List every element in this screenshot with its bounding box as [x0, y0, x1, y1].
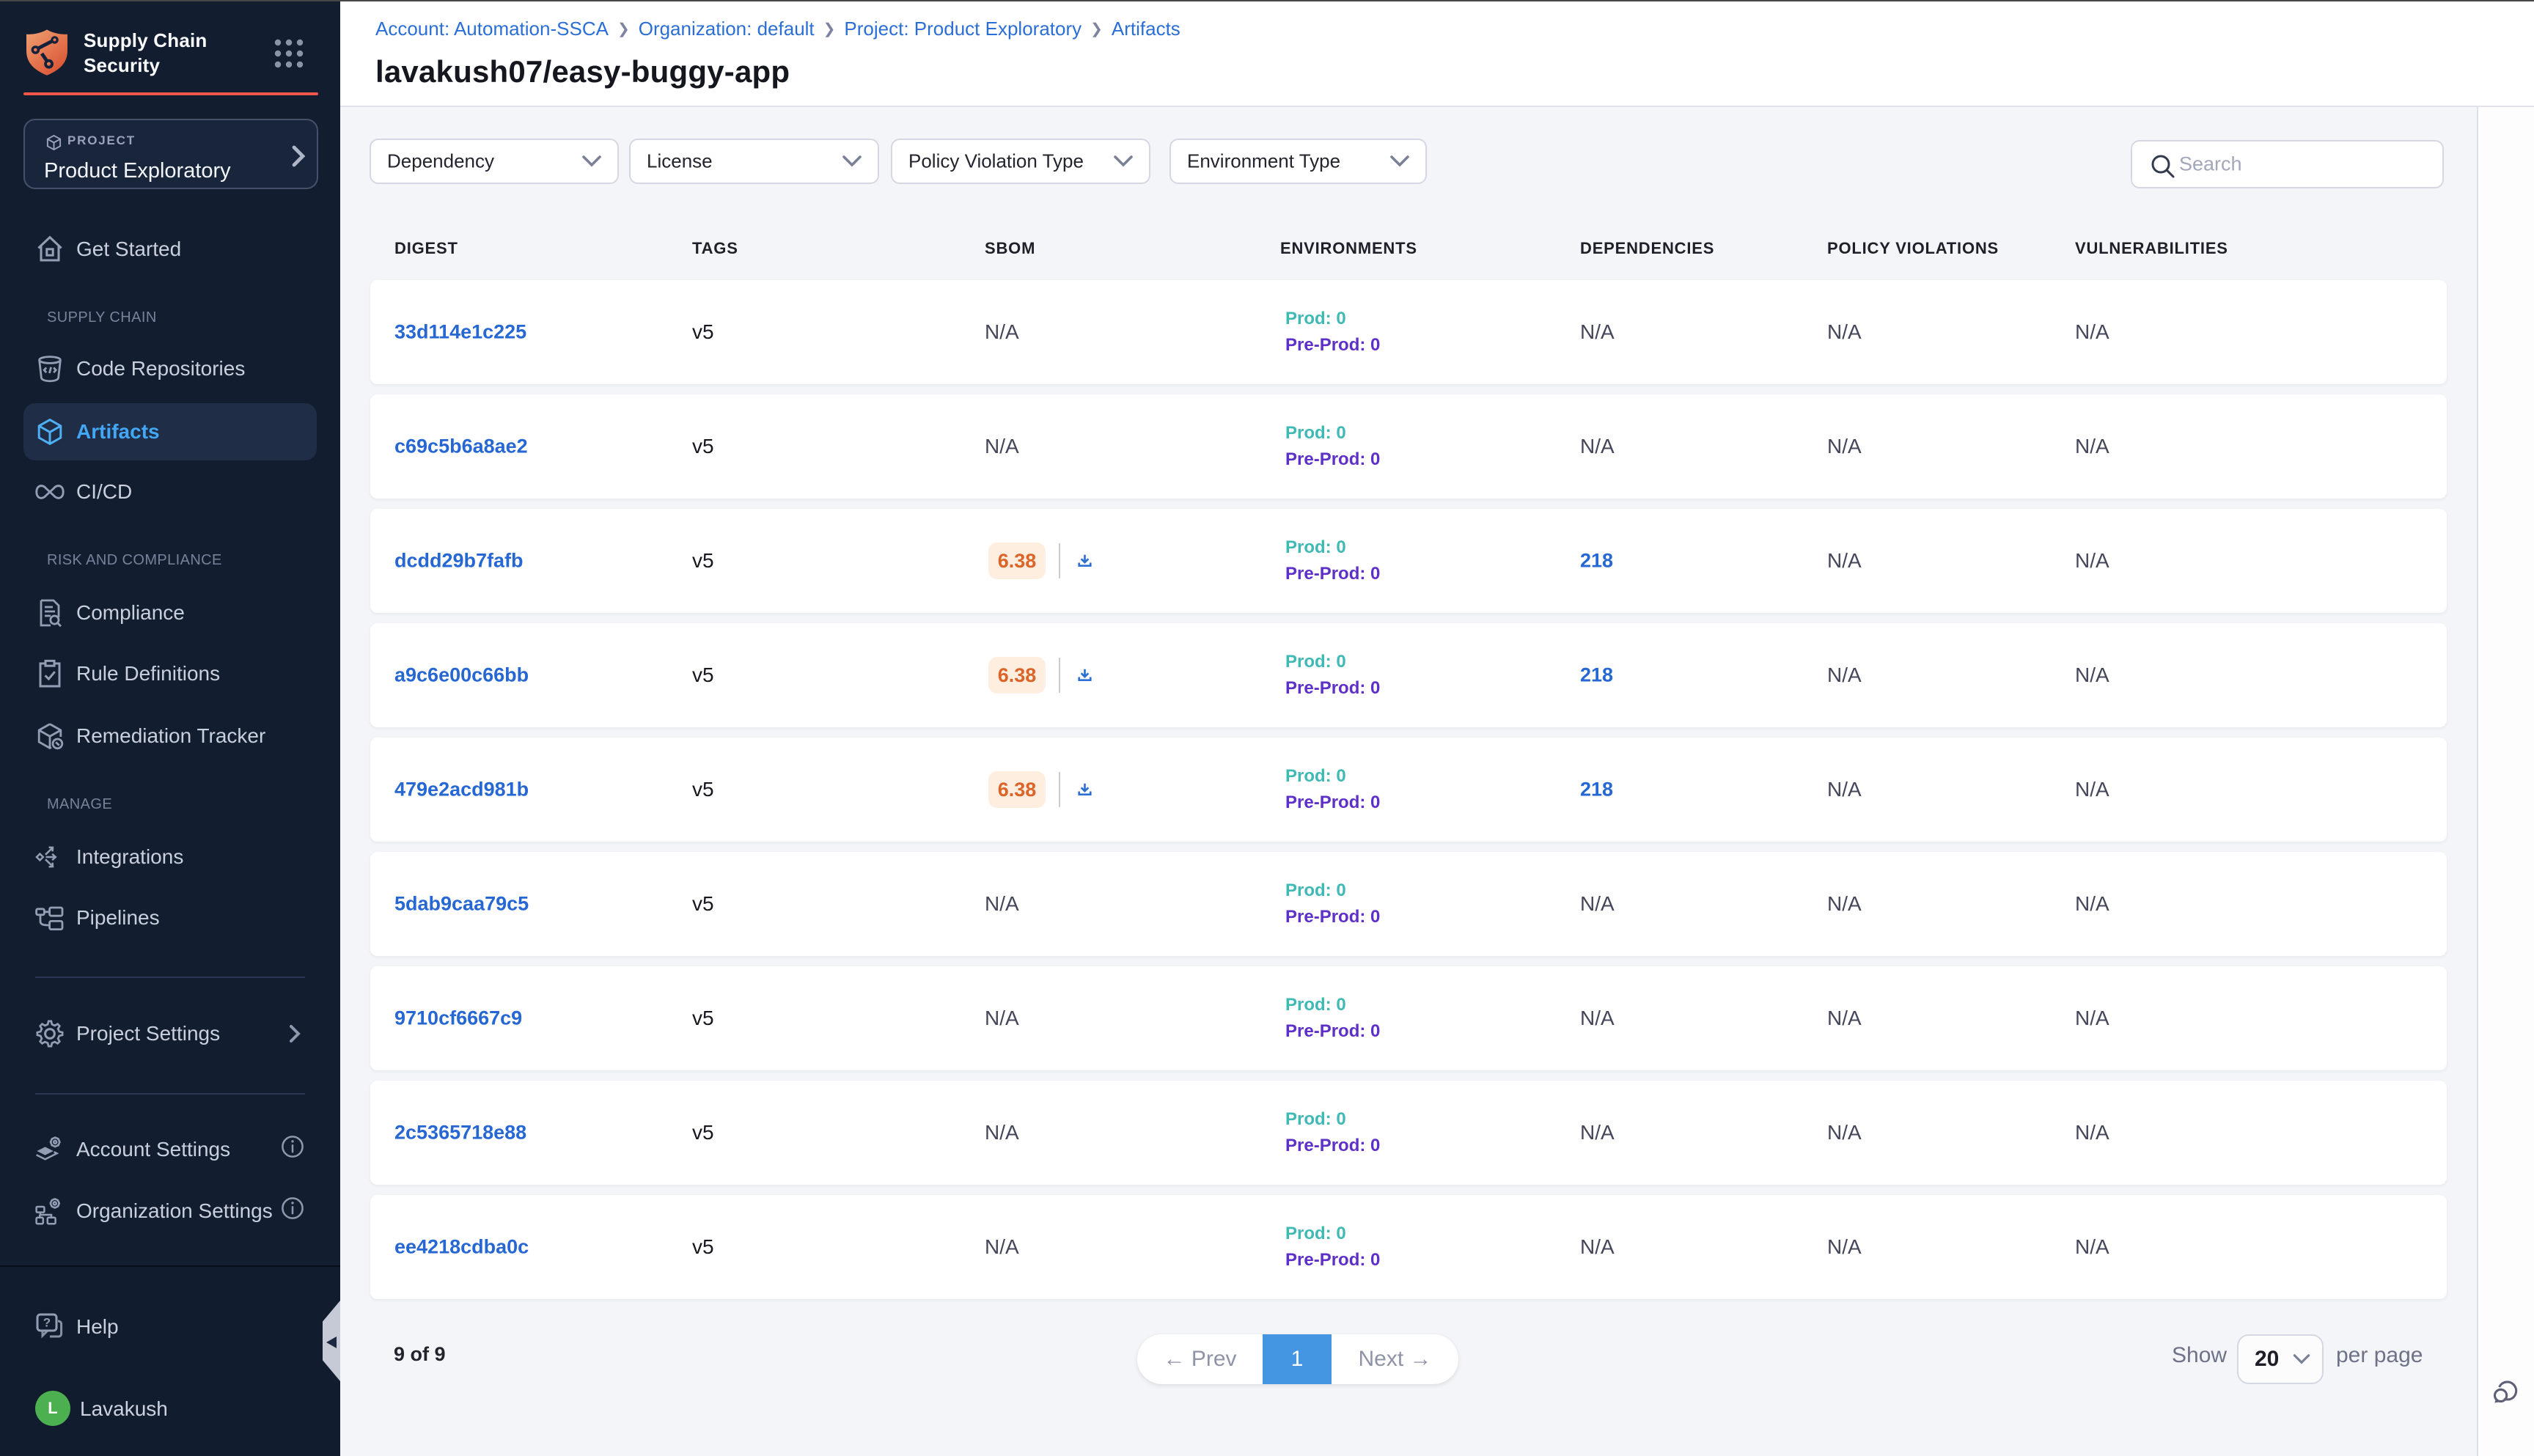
svg-text:?: ?	[43, 1316, 51, 1330]
